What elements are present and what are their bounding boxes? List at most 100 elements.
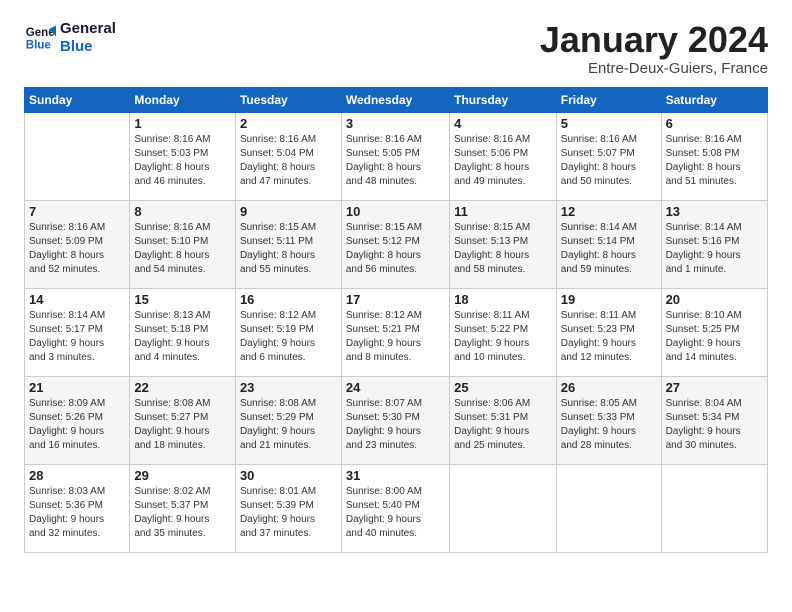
- day-info: Sunrise: 8:14 AMSunset: 5:16 PMDaylight:…: [666, 221, 763, 277]
- day-cell: 21Sunrise: 8:09 AMSunset: 5:26 PMDayligh…: [25, 376, 130, 464]
- day-info: Sunrise: 8:08 AMSunset: 5:27 PMDaylight:…: [134, 397, 231, 453]
- week-row-2: 7Sunrise: 8:16 AMSunset: 5:09 PMDaylight…: [25, 200, 768, 288]
- day-number: 16: [240, 292, 337, 307]
- day-cell: 13 Sunrise: 8:14 AMSunset: 5:16 PMDayligh…: [661, 200, 767, 288]
- day-number: 20: [666, 292, 763, 307]
- day-number: 29: [134, 468, 231, 483]
- day-info: Sunrise: 8:00 AMSunset: 5:40 PMDaylight:…: [346, 485, 445, 541]
- day-number: 4: [454, 116, 552, 131]
- day-number: 27: [666, 380, 763, 395]
- day-number: 13: [666, 204, 763, 219]
- logo-line2: Blue: [60, 38, 116, 56]
- day-cell: 8 Sunrise: 8:16 AMSunset: 5:10 PMDaylight…: [130, 200, 236, 288]
- day-number: 3: [346, 116, 445, 131]
- week-row-4: 21Sunrise: 8:09 AMSunset: 5:26 PMDayligh…: [25, 376, 768, 464]
- day-cell: 18 Sunrise: 8:11 AMSunset: 5:22 PMDayligh…: [450, 288, 557, 376]
- day-cell: 25 Sunrise: 8:06 AMSunset: 5:31 PMDayligh…: [450, 376, 557, 464]
- day-cell: 22 Sunrise: 8:08 AMSunset: 5:27 PMDayligh…: [130, 376, 236, 464]
- calendar-header: SundayMondayTuesdayWednesdayThursdayFrid…: [25, 87, 768, 112]
- day-number: 5: [561, 116, 657, 131]
- day-info: Sunrise: 8:13 AMSunset: 5:18 PMDaylight:…: [134, 309, 231, 365]
- day-number: 10: [346, 204, 445, 219]
- day-info: Sunrise: 8:16 AMSunset: 5:06 PMDaylight:…: [454, 133, 552, 189]
- day-cell: 31 Sunrise: 8:00 AMSunset: 5:40 PMDayligh…: [341, 464, 449, 552]
- day-cell: 29 Sunrise: 8:02 AMSunset: 5:37 PMDayligh…: [130, 464, 236, 552]
- day-number: 1: [134, 116, 231, 131]
- header-tuesday: Tuesday: [235, 87, 341, 112]
- day-info: Sunrise: 8:05 AMSunset: 5:33 PMDaylight:…: [561, 397, 657, 453]
- week-row-1: 1 Sunrise: 8:16 AMSunset: 5:03 PMDaylight…: [25, 112, 768, 200]
- day-number: 19: [561, 292, 657, 307]
- day-number: 2: [240, 116, 337, 131]
- day-cell: 15 Sunrise: 8:13 AMSunset: 5:18 PMDayligh…: [130, 288, 236, 376]
- day-info: Sunrise: 8:02 AMSunset: 5:37 PMDaylight:…: [134, 485, 231, 541]
- day-info: Sunrise: 8:06 AMSunset: 5:31 PMDaylight:…: [454, 397, 552, 453]
- day-number: 22: [134, 380, 231, 395]
- month-title: January 2024: [540, 20, 768, 60]
- day-number: 7: [29, 204, 125, 219]
- day-number: 18: [454, 292, 552, 307]
- day-cell: 28 Sunrise: 8:03 AMSunset: 5:36 PMDayligh…: [25, 464, 130, 552]
- svg-text:Blue: Blue: [26, 40, 52, 52]
- day-cell: 19Sunrise: 8:11 AMSunset: 5:23 PMDayligh…: [556, 288, 661, 376]
- logo: General Blue General Blue: [24, 20, 116, 56]
- day-cell: 27 Sunrise: 8:04 AMSunset: 5:34 PMDayligh…: [661, 376, 767, 464]
- day-cell: 20 Sunrise: 8:10 AMSunset: 5:25 PMDayligh…: [661, 288, 767, 376]
- day-number: 24: [346, 380, 445, 395]
- day-cell: 30Sunrise: 8:01 AMSunset: 5:39 PMDayligh…: [235, 464, 341, 552]
- day-info: Sunrise: 8:08 AMSunset: 5:29 PMDaylight:…: [240, 397, 337, 453]
- day-info: Sunrise: 8:09 AMSunset: 5:26 PMDaylight:…: [29, 397, 125, 453]
- header-row: SundayMondayTuesdayWednesdayThursdayFrid…: [25, 87, 768, 112]
- location-subtitle: Entre-Deux-Guiers, France: [540, 60, 768, 77]
- day-info: Sunrise: 8:10 AMSunset: 5:25 PMDaylight:…: [666, 309, 763, 365]
- day-cell: 24 Sunrise: 8:07 AMSunset: 5:30 PMDayligh…: [341, 376, 449, 464]
- day-number: 31: [346, 468, 445, 483]
- day-info: Sunrise: 8:15 AMSunset: 5:11 PMDaylight:…: [240, 221, 337, 277]
- title-block: January 2024 Entre-Deux-Guiers, France: [540, 20, 768, 77]
- day-info: Sunrise: 8:03 AMSunset: 5:36 PMDaylight:…: [29, 485, 125, 541]
- day-cell: 10 Sunrise: 8:15 AMSunset: 5:12 PMDayligh…: [341, 200, 449, 288]
- day-number: 17: [346, 292, 445, 307]
- day-info: Sunrise: 8:15 AMSunset: 5:13 PMDaylight:…: [454, 221, 552, 277]
- header-friday: Friday: [556, 87, 661, 112]
- day-info: Sunrise: 8:16 AMSunset: 5:08 PMDaylight:…: [666, 133, 763, 189]
- day-cell: [556, 464, 661, 552]
- day-info: Sunrise: 8:16 AMSunset: 5:03 PMDaylight:…: [134, 133, 231, 189]
- day-cell: 17 Sunrise: 8:12 AMSunset: 5:21 PMDayligh…: [341, 288, 449, 376]
- day-number: 12: [561, 204, 657, 219]
- day-number: 8: [134, 204, 231, 219]
- calendar-table: SundayMondayTuesdayWednesdayThursdayFrid…: [24, 87, 768, 553]
- day-info: Sunrise: 8:11 AMSunset: 5:22 PMDaylight:…: [454, 309, 552, 365]
- day-cell: 5 Sunrise: 8:16 AMSunset: 5:07 PMDaylight…: [556, 112, 661, 200]
- day-cell: 16 Sunrise: 8:12 AMSunset: 5:19 PMDayligh…: [235, 288, 341, 376]
- day-cell: [450, 464, 557, 552]
- day-info: Sunrise: 8:04 AMSunset: 5:34 PMDaylight:…: [666, 397, 763, 453]
- day-info: Sunrise: 8:12 AMSunset: 5:21 PMDaylight:…: [346, 309, 445, 365]
- day-info: Sunrise: 8:14 AMSunset: 5:17 PMDaylight:…: [29, 309, 125, 365]
- day-cell: [661, 464, 767, 552]
- day-cell: 1 Sunrise: 8:16 AMSunset: 5:03 PMDaylight…: [130, 112, 236, 200]
- day-cell: [25, 112, 130, 200]
- day-cell: 14 Sunrise: 8:14 AMSunset: 5:17 PMDayligh…: [25, 288, 130, 376]
- header-wednesday: Wednesday: [341, 87, 449, 112]
- day-number: 23: [240, 380, 337, 395]
- calendar-body: 1 Sunrise: 8:16 AMSunset: 5:03 PMDaylight…: [25, 112, 768, 552]
- day-number: 28: [29, 468, 125, 483]
- day-info: Sunrise: 8:07 AMSunset: 5:30 PMDaylight:…: [346, 397, 445, 453]
- day-cell: 23 Sunrise: 8:08 AMSunset: 5:29 PMDayligh…: [235, 376, 341, 464]
- header-saturday: Saturday: [661, 87, 767, 112]
- page: General Blue General Blue January 2024 E…: [0, 0, 792, 612]
- day-info: Sunrise: 8:12 AMSunset: 5:19 PMDaylight:…: [240, 309, 337, 365]
- day-info: Sunrise: 8:16 AMSunset: 5:04 PMDaylight:…: [240, 133, 337, 189]
- day-number: 14: [29, 292, 125, 307]
- day-info: Sunrise: 8:15 AMSunset: 5:12 PMDaylight:…: [346, 221, 445, 277]
- logo-line1: General: [60, 20, 116, 38]
- day-info: Sunrise: 8:16 AMSunset: 5:05 PMDaylight:…: [346, 133, 445, 189]
- day-info: Sunrise: 8:16 AMSunset: 5:07 PMDaylight:…: [561, 133, 657, 189]
- header: General Blue General Blue January 2024 E…: [24, 20, 768, 77]
- day-number: 25: [454, 380, 552, 395]
- day-info: Sunrise: 8:16 AMSunset: 5:10 PMDaylight:…: [134, 221, 231, 277]
- day-number: 15: [134, 292, 231, 307]
- header-sunday: Sunday: [25, 87, 130, 112]
- logo-text-block: General Blue: [60, 20, 116, 56]
